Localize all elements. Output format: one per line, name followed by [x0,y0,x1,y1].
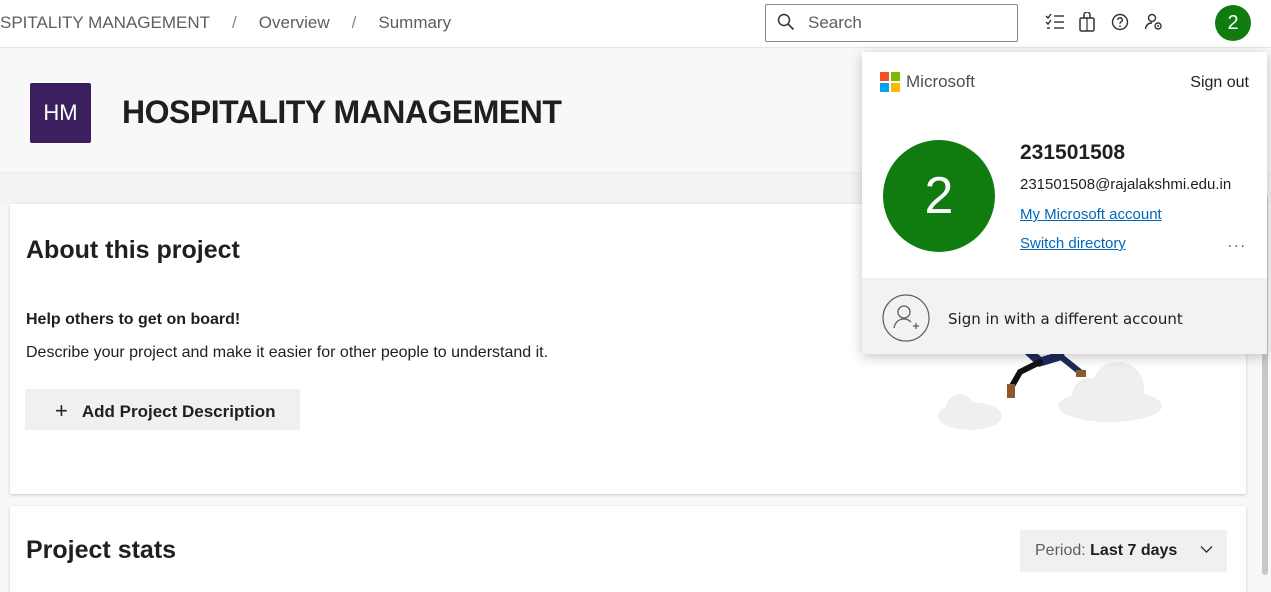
breadcrumb-separator: / [351,13,357,32]
breadcrumb-separator: / [232,13,237,32]
user-settings-icon[interactable] [1142,10,1166,34]
breadcrumb: SPITALITY MANAGEMENT / Overview / Summary [0,13,451,33]
project-stats-title: Project stats [26,536,177,564]
sign-out-link[interactable]: Sign out [1190,74,1249,92]
project-logo: HM [30,83,91,143]
microsoft-logo: Microsoft [880,72,975,92]
shopping-bag-icon[interactable] [1075,10,1099,34]
about-title: About this project [26,236,240,264]
period-value: Last 7 days [1090,542,1178,559]
microsoft-brand: Microsoft [906,72,975,91]
breadcrumb-overview[interactable]: Overview [259,13,330,32]
help-description: Describe your project and make it easier… [26,344,549,361]
task-list-icon[interactable] [1043,10,1067,34]
project-stats-card: Project stats Period: Last 7 days [10,506,1246,592]
breadcrumb-project[interactable]: SPITALITY MANAGEMENT [0,13,210,32]
account-email: 231501508@rajalakshmi.edu.in [1020,176,1232,193]
top-bar: SPITALITY MANAGEMENT / Overview / Summary [0,0,1271,48]
period-label: Period: [1035,542,1086,559]
plus-icon: + [55,397,68,423]
search-input[interactable] [808,11,1008,35]
account-panel: Microsoft Sign out 2 231501508 231501508… [862,52,1267,354]
account-avatar-large: 2 [883,140,995,252]
add-project-description-button[interactable]: + Add Project Description [25,389,300,430]
chevron-down-icon [1200,546,1213,553]
sign-in-different-account-button[interactable]: Sign in with a different account [862,278,1267,354]
sign-in-different-account-label: Sign in with a different account [948,310,1183,328]
period-dropdown[interactable]: Period: Last 7 days [1020,530,1227,572]
breadcrumb-summary[interactable]: Summary [378,13,451,32]
add-person-icon [882,294,930,342]
search-icon [777,13,795,31]
account-user-id: 231501508 [1020,141,1126,164]
search-box[interactable] [765,4,1018,42]
switch-directory-link[interactable]: Switch directory [1020,235,1126,252]
add-project-description-label: Add Project Description [81,401,276,421]
help-icon[interactable] [1108,10,1132,34]
more-options-icon[interactable]: ... [1228,234,1247,252]
microsoft-logo-icon [880,72,900,92]
account-avatar-button[interactable]: 2 [1215,5,1251,41]
page-title: HOSPITALITY MANAGEMENT [122,94,562,130]
my-microsoft-account-link[interactable]: My Microsoft account [1020,206,1162,223]
help-title: Help others to get on board! [26,311,241,328]
